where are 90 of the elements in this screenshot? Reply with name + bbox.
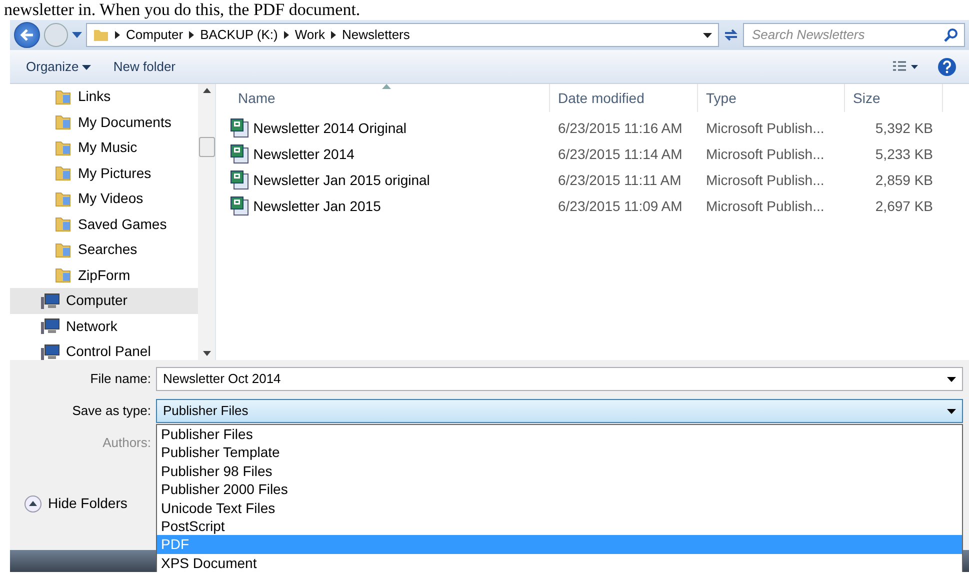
sidebar-item[interactable]: My Documents (10, 110, 198, 135)
dropdown-option[interactable]: Publisher 98 Files (157, 462, 962, 480)
publisher-file-icon (230, 196, 250, 216)
new-folder-button[interactable]: New folder (109, 54, 180, 78)
document-text: newsletter in. When you do this, the PDF document. (3, 0, 362, 20)
scrollbar-thumb[interactable] (198, 137, 214, 157)
scroll-down-icon[interactable] (202, 351, 210, 356)
table-cell-text: Microsoft Publish... (705, 144, 826, 164)
dropdown-option[interactable]: Publisher Files (157, 425, 962, 444)
help-icon[interactable] (937, 56, 957, 76)
table-cell-text: 6/23/2015 11:16 AM (557, 118, 684, 138)
search-field[interactable]: Search Newsletters (750, 24, 930, 46)
publisher-file-icon (230, 118, 250, 138)
sidebar-item[interactable]: Computer (10, 288, 198, 314)
back-button[interactable] (14, 22, 40, 48)
column-header[interactable]: Size (845, 84, 943, 112)
folder-icon (54, 266, 72, 284)
folder-icon (54, 215, 72, 234)
breadcrumb-item[interactable]: BACKUP (K:) (200, 25, 278, 45)
computer-icon (40, 317, 60, 336)
field-label: Save as type: (71, 402, 152, 420)
folder-icon (54, 164, 72, 182)
computer-icon (40, 292, 60, 310)
table-cell-text: 2,697 KB (874, 196, 934, 216)
publisher-file-icon (230, 144, 250, 164)
folder-icon (54, 138, 72, 157)
column-header[interactable]: Date modified (550, 84, 698, 112)
folder-icon (54, 190, 72, 208)
sidebar-item[interactable]: My Pictures (10, 160, 198, 186)
table-cell-text: 5,392 KB (874, 118, 934, 138)
chevron-icon[interactable] (189, 31, 194, 39)
sidebar-item[interactable]: ZipForm (10, 262, 198, 288)
chevron-icon[interactable] (284, 31, 289, 39)
file-name[interactable]: Newsletter Jan 2015 (230, 196, 550, 217)
field-label: File name: (89, 370, 152, 388)
table-cell-text: 2,859 KB (874, 170, 934, 190)
sidebar-item[interactable]: My Music (10, 135, 198, 160)
table-cell-text: 6/23/2015 11:11 AM (557, 170, 682, 190)
column-header[interactable]: Name (230, 84, 550, 112)
back-arrow-icon (20, 29, 34, 41)
column-header[interactable]: Type (698, 84, 845, 112)
dropdown-option[interactable]: XPS Document (157, 554, 962, 572)
folder-icon (54, 240, 72, 259)
table-cell-text: 6/23/2015 11:14 AM (557, 144, 684, 164)
search-icon (944, 28, 958, 42)
organize-menu-button[interactable]: Organize (22, 54, 96, 78)
dropdown-arrow-icon[interactable] (947, 376, 956, 382)
dropdown-arrow-icon[interactable] (703, 32, 712, 38)
breadcrumb-item[interactable]: Computer (126, 25, 184, 45)
table-cell-text: Microsoft Publish... (705, 118, 826, 138)
breadcrumb-item[interactable]: Newsletters (342, 25, 410, 45)
file-name[interactable]: Newsletter Jan 2015 original (230, 170, 550, 191)
view-options-icon[interactable] (892, 60, 918, 72)
table-cell-text: Microsoft Publish... (705, 196, 826, 216)
sidebar-item[interactable]: Saved Games (10, 212, 198, 237)
save-type-dropdown[interactable]: Publisher Files (156, 399, 963, 423)
scrollbar[interactable] (198, 84, 216, 360)
folder-icon (54, 113, 72, 132)
table-cell-text: Microsoft Publish... (705, 170, 826, 190)
caret-icon (82, 64, 92, 70)
sort-arrow-icon (382, 84, 391, 89)
refresh-icon[interactable] (723, 28, 739, 42)
hide-folders-button[interactable]: Hide Folders (18, 492, 134, 515)
table-cell-text: 6/23/2015 11:09 AM (557, 196, 684, 216)
publisher-file-icon (230, 170, 250, 190)
file-name-field[interactable]: Newsletter Oct 2014 (156, 367, 963, 391)
dropdown-option[interactable]: PostScript (157, 516, 962, 536)
scroll-up-icon[interactable] (202, 88, 210, 93)
dropdown-option[interactable]: Unicode Text Files (157, 498, 962, 517)
computer-icon (40, 342, 60, 360)
sidebar-item[interactable]: My Videos (10, 186, 198, 212)
address-bar[interactable]: Computer BACKUP (K:) Work Newsletters (86, 23, 719, 47)
collapse-icon (24, 494, 42, 512)
file-name[interactable]: Newsletter 2014 (230, 144, 550, 165)
table-cell-text: 5,233 KB (874, 144, 934, 164)
folder-icon (54, 88, 72, 106)
search-box[interactable]: Search Newsletters (743, 23, 965, 47)
chevron-icon[interactable] (115, 31, 120, 39)
breadcrumb-item[interactable]: Work (294, 25, 325, 45)
sidebar-item[interactable]: Control Panel (10, 339, 198, 360)
sidebar-item[interactable]: Searches (10, 237, 198, 262)
chevron-icon[interactable] (330, 31, 336, 39)
field-label: Authors: (102, 434, 152, 452)
dropdown-option[interactable]: Publisher Template (157, 443, 962, 462)
folder-icon (93, 28, 109, 42)
sidebar-item[interactable]: Network (10, 314, 198, 339)
dropdown-arrow-icon[interactable] (947, 408, 956, 414)
dropdown-option[interactable]: Publisher 2000 Files (157, 480, 962, 499)
sidebar-item[interactable]: Links (10, 84, 198, 110)
file-name[interactable]: Newsletter 2014 Original (230, 118, 550, 139)
